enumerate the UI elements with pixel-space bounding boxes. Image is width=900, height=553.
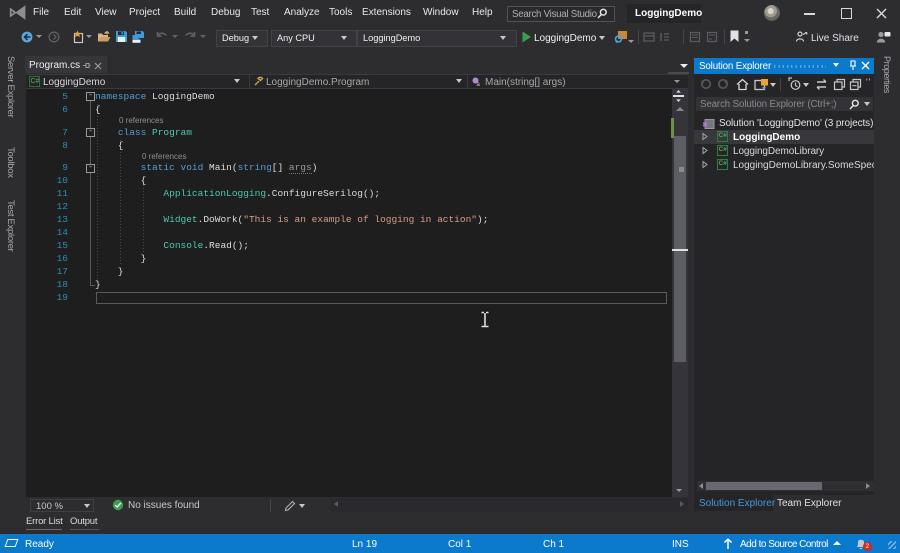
svg-text:a: a — [477, 82, 481, 87]
